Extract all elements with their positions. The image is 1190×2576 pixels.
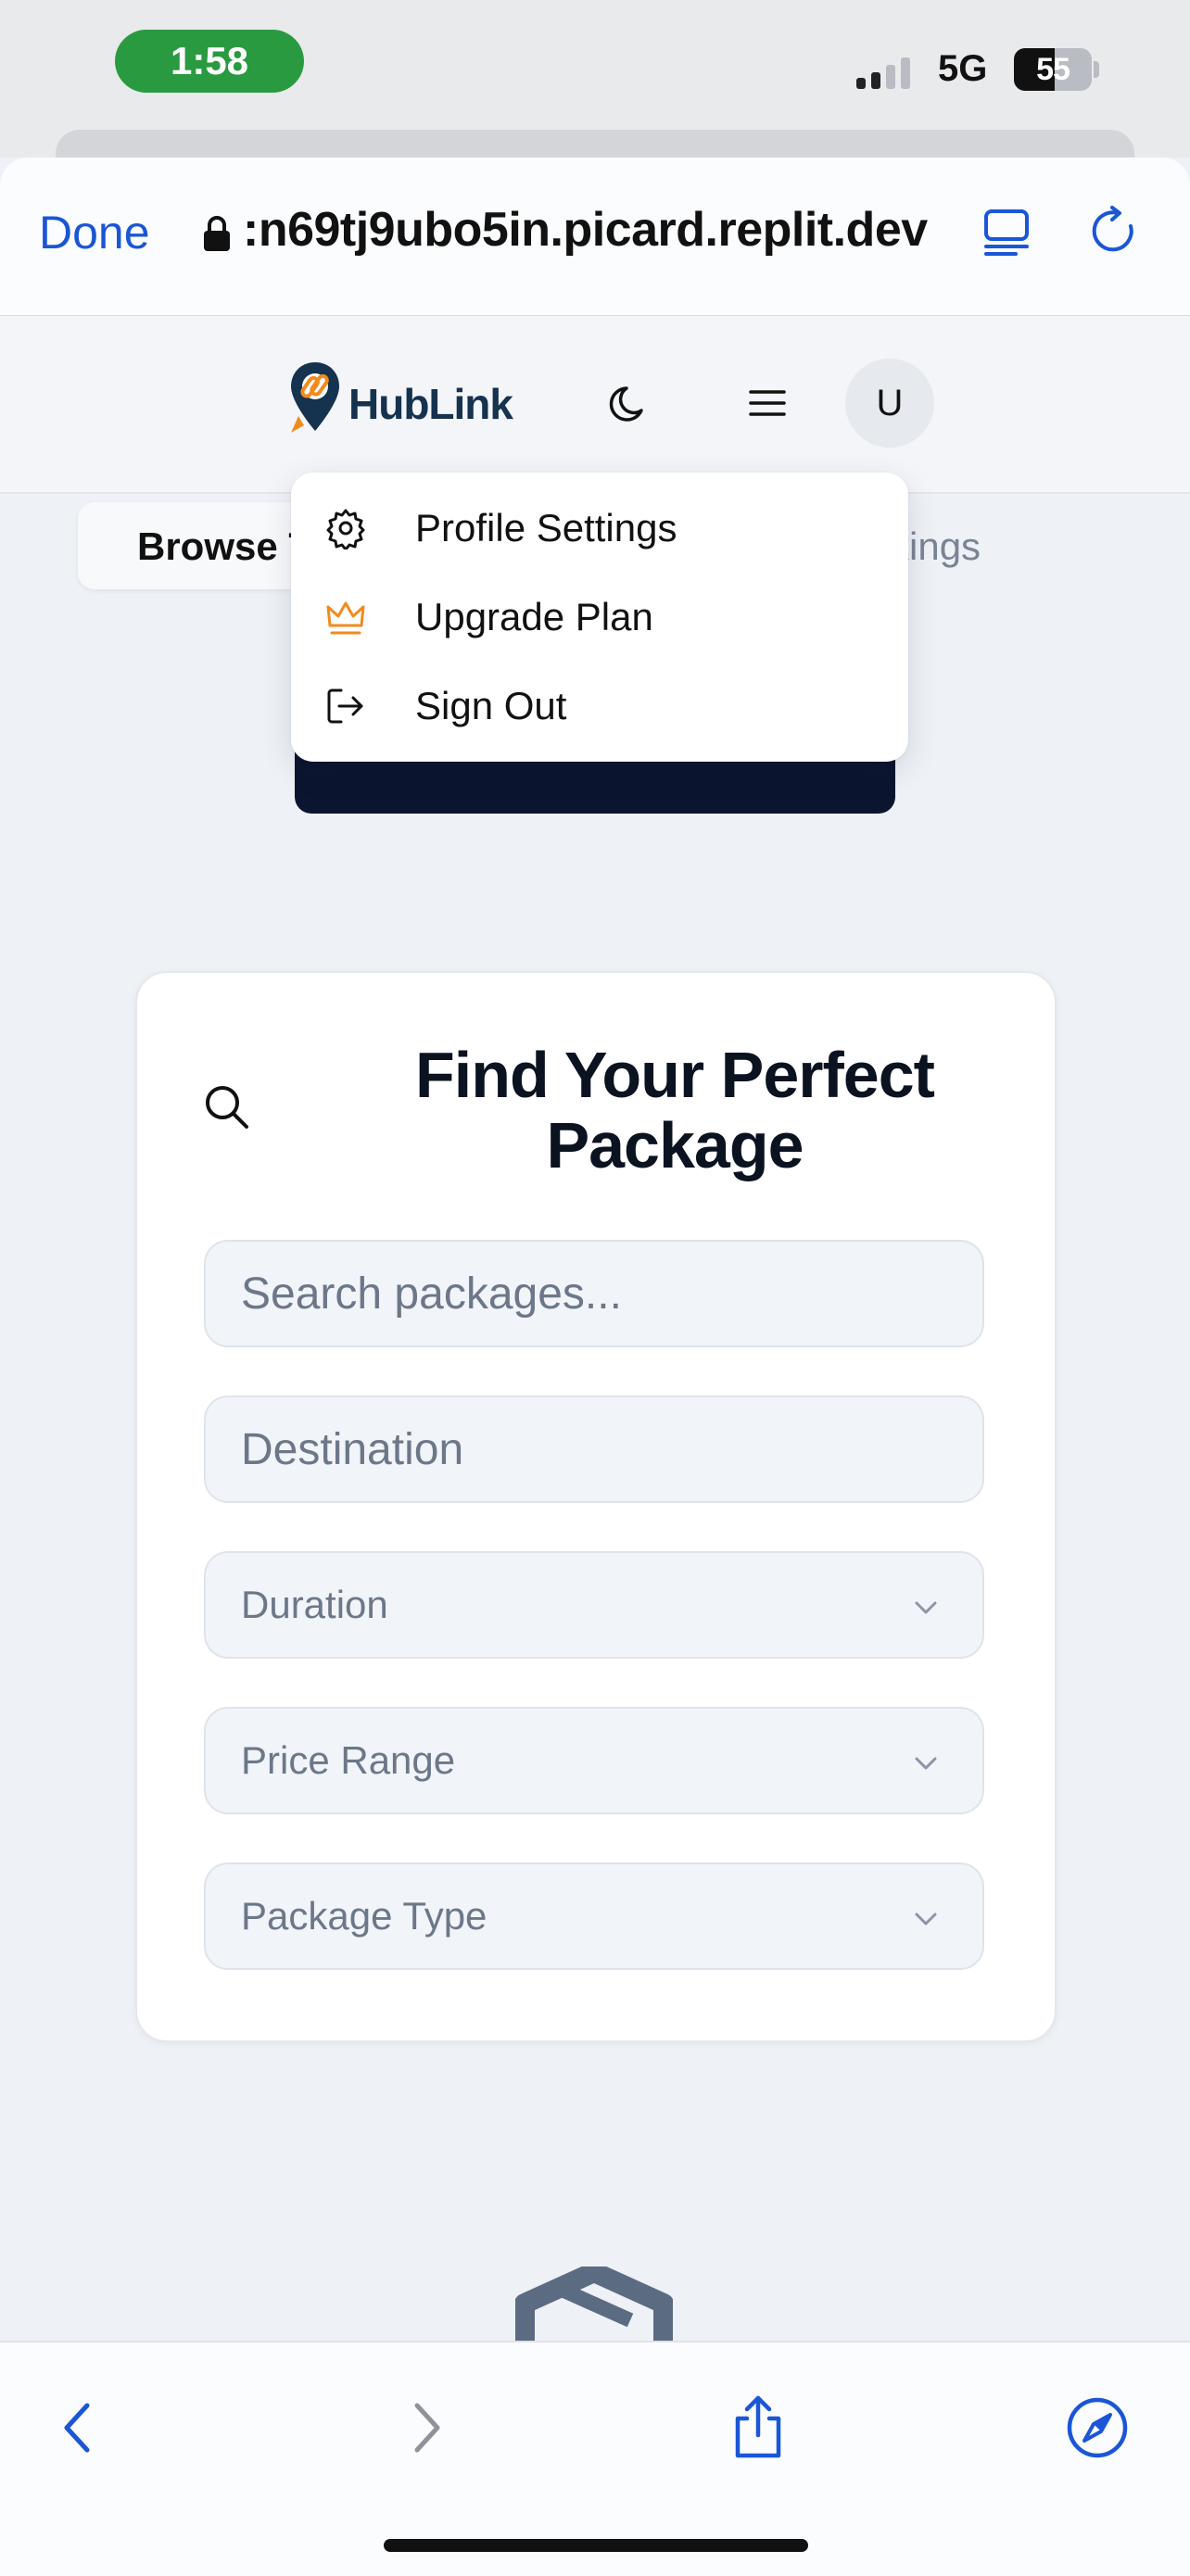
safari-address-bar: Done :n69tj9ubo5in.picard.replit.dev [0,158,1190,316]
package-box-icon [515,2267,673,2341]
search-packages-field[interactable] [204,1240,984,1347]
chevron-down-icon [915,1757,937,1770]
compass-icon[interactable] [1064,2394,1131,2461]
user-avatar-button[interactable]: U [845,359,934,448]
price-range-select[interactable]: Price Range [204,1707,984,1814]
home-indicator [384,2539,808,2552]
menu-item-label: Profile Settings [415,506,677,549]
menu-item-label: Upgrade Plan [415,595,653,638]
menu-item-sign-out[interactable]: Sign Out [291,662,908,751]
destination-field[interactable] [204,1395,984,1503]
duration-select-label: Duration [241,1583,388,1626]
back-arrow-icon[interactable] [46,2394,113,2461]
package-type-select-label: Package Type [241,1894,487,1938]
status-time: 1:58 [115,30,304,93]
done-button[interactable]: Done [39,206,150,259]
price-range-select-label: Price Range [241,1738,456,1782]
chevron-down-icon [915,1913,937,1926]
reader-view-icon[interactable] [982,206,1031,258]
site-header: HubLink U [0,316,1190,494]
battery-icon: 55 [1014,48,1092,91]
cellular-signal-icon [856,56,910,89]
logo-text[interactable]: HubLink [348,379,513,429]
destination-input[interactable] [206,1397,982,1501]
tab-browse[interactable]: Browse T [78,502,319,589]
crown-icon [326,601,365,635]
hublink-logo-icon[interactable] [287,360,343,435]
share-icon[interactable] [725,2394,791,2461]
status-bar: 1:58 5G 55 [0,0,1190,185]
url-field[interactable]: :n69tj9ubo5in.picard.replit.dev [243,202,928,258]
lock-icon [204,216,230,251]
reload-icon[interactable] [1090,206,1142,258]
search-card: Find Your Perfect Package Duration Price… [135,971,1057,2042]
search-input[interactable] [206,1242,982,1345]
moon-icon[interactable] [604,377,656,429]
network-type: 5G [938,48,988,89]
tab-browse-label: Browse T [137,524,313,568]
sign-out-icon [327,688,363,724]
duration-select[interactable]: Duration [204,1551,984,1659]
chevron-down-icon [915,1601,937,1614]
hamburger-menu-icon[interactable] [741,377,793,429]
search-icon [206,1086,248,1129]
card-title: Find Your Perfect Package [415,1039,935,1181]
menu-item-upgrade-plan[interactable]: Upgrade Plan [291,573,908,662]
menu-item-label: Sign Out [415,684,567,727]
gear-icon [326,509,365,549]
battery-tip [1094,61,1099,78]
user-dropdown-menu: Profile Settings Upgrade Plan Sign Out [291,473,908,762]
menu-item-profile-settings[interactable]: Profile Settings [291,484,908,573]
battery-level: 55 [1036,51,1070,87]
forward-arrow-icon[interactable] [391,2394,458,2461]
package-type-select[interactable]: Package Type [204,1863,984,1970]
